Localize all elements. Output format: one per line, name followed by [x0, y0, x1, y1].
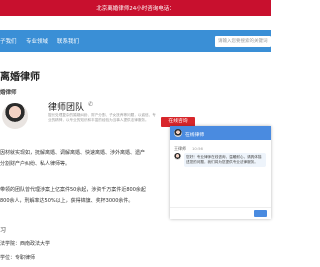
message-avatar — [174, 153, 181, 160]
chat-header: 在线律师 — [170, 126, 271, 140]
announcement-bar: 北京离婚律师24小时咨询电话： — [0, 0, 271, 16]
chat-window: 在线律师 王律师 10:56 您好！专业律师在线咨询，温暖耐心，请具体描述您的问… — [170, 126, 271, 219]
card-title: 律师团队 — [48, 103, 85, 113]
phone-icon: ✆ — [88, 101, 94, 108]
page-title: 离婚律师 — [0, 72, 40, 83]
section-subtitle: 婚律师 — [0, 90, 17, 96]
intro-line-3: 带领的团队曾代理涉案上亿案件50余起，涉资千万案件近800余起 — [0, 187, 146, 193]
nav-item-about[interactable]: 子我们 — [0, 37, 17, 45]
announcement-text: 北京离婚律师24小时咨询电话： — [96, 6, 175, 12]
intro-line-2: 分割财产户纠纷、私人律师等。 — [0, 161, 71, 167]
chat-message: 您好！专业律师在线咨询，温暖耐心，请具体描述您的问题，我们将为您提供专业法律服务… — [184, 153, 266, 167]
card-description: 擅长处理复杂的婚姻纠纷、财产分割、子女抚养等问题，以诚信、专业的精神，以专业的知… — [48, 113, 156, 122]
chat-title: 在线律师 — [185, 132, 205, 138]
nav-item-practice-areas[interactable]: 专业领域 — [26, 37, 48, 45]
chat-time: 10:56 — [192, 146, 203, 151]
school-line: 法学院：西南政法大学 — [0, 241, 51, 247]
education-heading: 习 — [0, 227, 7, 234]
send-button[interactable] — [254, 210, 267, 217]
lawyer-team-card: 律师团队 ✆ 擅长处理复杂的婚姻纠纷、财产分割、子女抚养等问题，以诚信、专业的精… — [0, 98, 197, 136]
nav-item-contact[interactable]: 联系我们 — [57, 37, 79, 45]
main-nav: 子我们 专业领域 联系我们 请输入您要搜索的关键词 — [0, 30, 271, 52]
search-input[interactable]: 请输入您要搜索的关键词 — [215, 36, 271, 47]
lawyer-avatar — [2, 103, 28, 129]
chat-sender-name: 王律师 — [174, 146, 186, 151]
degree-line: 学位：专职律师 — [0, 255, 36, 261]
intro-line-1: 因材就实现如，抚解离婚、调解离婚、快速离婚、涉外离婚、遗产 — [0, 150, 146, 156]
intro-line-4: 800余人，刑解率达50%以上，获得锦旗、奖杯3000余件。 — [0, 198, 134, 204]
chat-avatar — [174, 129, 182, 137]
chat-input-divider — [170, 207, 271, 208]
